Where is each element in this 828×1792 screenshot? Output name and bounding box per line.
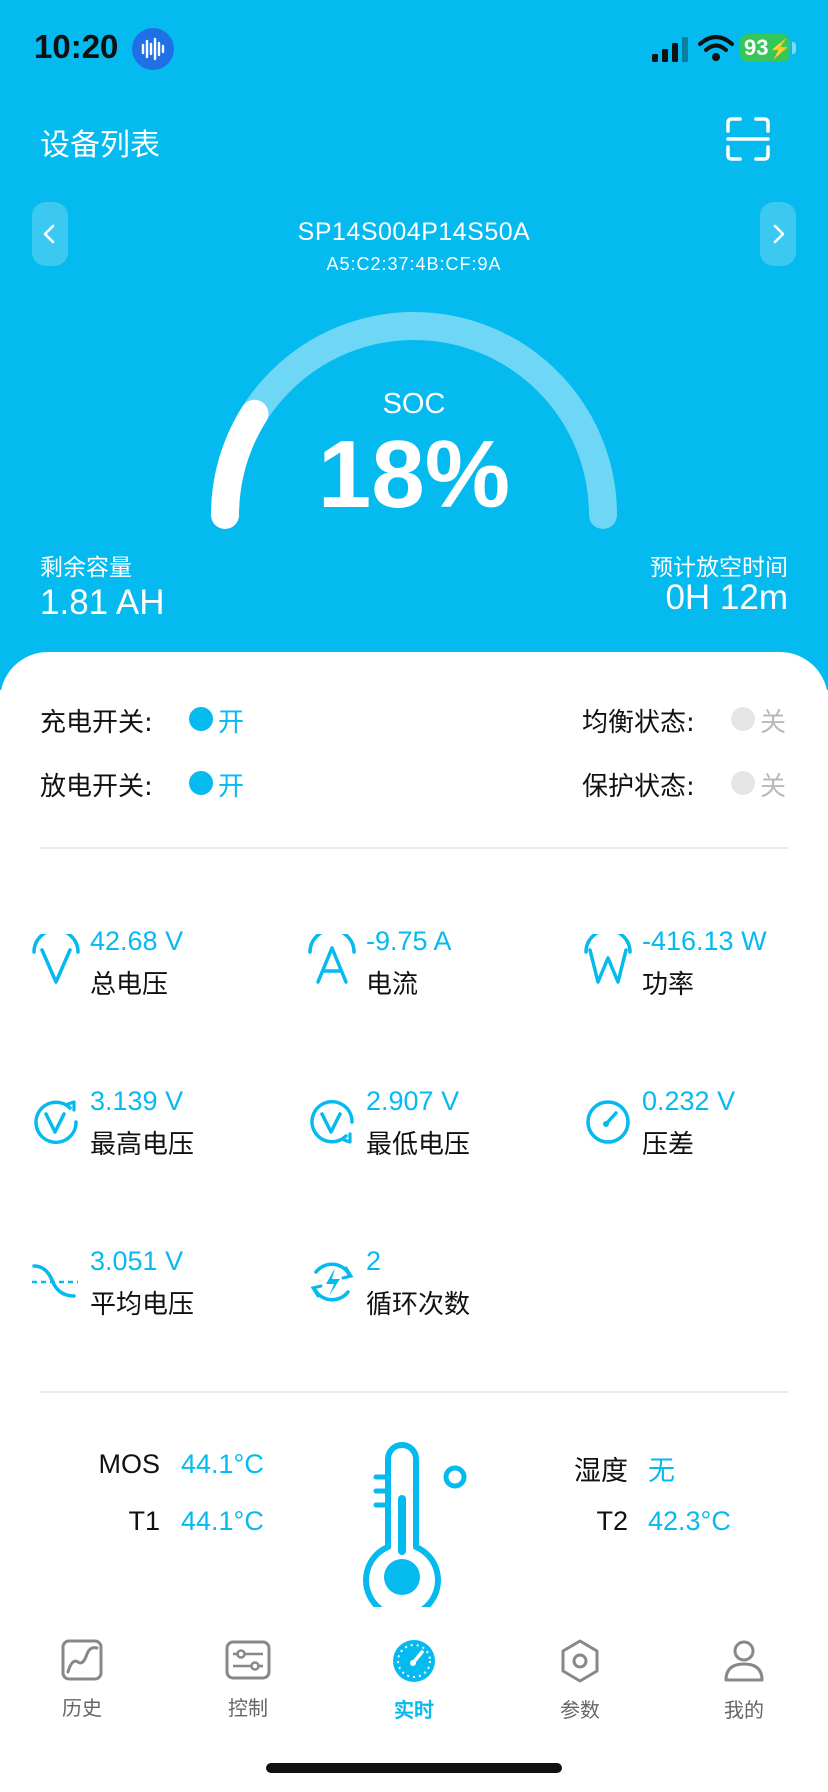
- voltage-diff-metric: 0.232 V 压差: [582, 1086, 822, 1166]
- protect-status-state: 关: [760, 772, 787, 802]
- current-label: 电流: [366, 970, 419, 1000]
- max-voltage-value: 3.139 V: [90, 1086, 184, 1116]
- t1-temp-value: 44.1°C: [181, 1506, 264, 1536]
- hex-nut-icon: [561, 1639, 599, 1683]
- t1-temp-label: T1: [128, 1506, 160, 1536]
- power-metric: -416.13 W 功率: [582, 926, 822, 1006]
- tab-mine-label: 我的: [724, 1698, 764, 1722]
- tab-control-label: 控制: [228, 1696, 268, 1720]
- tab-realtime-label: 实时: [394, 1698, 434, 1722]
- discharge-switch-indicator[interactable]: [189, 771, 213, 795]
- cycle-count-metric: 2 循环次数: [306, 1246, 546, 1326]
- remaining-capacity-value: 1.81 AH: [40, 583, 165, 622]
- runtime-value: 0H 12m: [665, 578, 788, 617]
- thermometer-icon: [363, 1442, 467, 1607]
- mos-temp-label: MOS: [98, 1449, 160, 1479]
- current-arc-icon: [308, 934, 356, 984]
- discharge-switch-label: 放电开关:: [40, 772, 153, 802]
- max-voltage-metric: 3.139 V 最高电压: [30, 1086, 270, 1166]
- runtime-label: 预计放空时间: [650, 555, 788, 581]
- protect-status-indicator: [731, 771, 755, 795]
- tab-history-label: 历史: [62, 1696, 102, 1720]
- tab-params[interactable]: 参数: [520, 1638, 640, 1723]
- home-indicator: [266, 1763, 562, 1773]
- balance-status-state: 关: [760, 708, 787, 738]
- avg-wave-icon: [32, 1264, 78, 1298]
- tab-params-label: 参数: [560, 1698, 600, 1722]
- min-voltage-metric: 2.907 V 最低电压: [306, 1086, 546, 1166]
- min-voltage-value: 2.907 V: [366, 1086, 460, 1116]
- tab-history[interactable]: 历史: [22, 1638, 142, 1721]
- mos-temp-value: 44.1°C: [181, 1449, 264, 1479]
- voltage-diff-value: 0.232 V: [642, 1086, 736, 1116]
- total-voltage-label: 总电压: [90, 970, 169, 1000]
- cycle-bolt-icon: [310, 1262, 354, 1302]
- balance-status-indicator: [731, 707, 755, 731]
- cycle-count-value: 2: [366, 1246, 382, 1276]
- sliders-icon: [225, 1640, 271, 1680]
- total-voltage-value: 42.68 V: [90, 926, 184, 956]
- power-value: -416.13 W: [642, 926, 767, 956]
- soc-value: 18%: [317, 421, 511, 528]
- charge-switch-label: 充电开关:: [40, 708, 153, 738]
- tab-mine[interactable]: 我的: [684, 1638, 804, 1723]
- tab-realtime[interactable]: 实时: [354, 1638, 474, 1723]
- protect-status-label: 保护状态:: [582, 772, 695, 802]
- cycle-count-label: 循环次数: [366, 1290, 471, 1320]
- humidity-label: 湿度: [574, 1456, 628, 1486]
- discharge-switch-state: 开: [218, 772, 245, 802]
- remaining-capacity-label: 剩余容量: [40, 555, 132, 581]
- voltage-diff-label: 压差: [642, 1130, 695, 1160]
- person-icon: [724, 1640, 764, 1682]
- min-voltage-label: 最低电压: [366, 1130, 471, 1160]
- gauge-icon: [393, 1640, 435, 1682]
- power-arc-icon: [584, 934, 632, 984]
- balance-status-label: 均衡状态:: [582, 708, 695, 738]
- soc-label: SOC: [382, 388, 446, 420]
- avg-voltage-value: 3.051 V: [90, 1246, 184, 1276]
- divider: [40, 1391, 788, 1393]
- current-metric: -9.75 A 电流: [306, 926, 546, 1006]
- charge-switch-state: 开: [218, 708, 245, 738]
- t2-temp-value: 42.3°C: [648, 1506, 731, 1536]
- chart-icon: [61, 1639, 103, 1681]
- divider: [40, 847, 788, 849]
- max-voltage-label: 最高电压: [90, 1130, 195, 1160]
- speedometer-icon: [586, 1100, 630, 1144]
- humidity-value: 无: [648, 1456, 675, 1486]
- current-value: -9.75 A: [366, 926, 452, 956]
- voltage-arc-icon: [32, 934, 80, 984]
- avg-voltage-label: 平均电压: [90, 1290, 195, 1320]
- power-label: 功率: [642, 970, 695, 1000]
- charge-switch-indicator[interactable]: [189, 707, 213, 731]
- total-voltage-metric: 42.68 V 总电压: [30, 926, 270, 1006]
- avg-voltage-metric: 3.051 V 平均电压: [30, 1246, 270, 1326]
- max-voltage-icon: [34, 1100, 78, 1144]
- min-voltage-icon: [310, 1100, 354, 1144]
- t2-temp-label: T2: [596, 1506, 628, 1536]
- tab-control[interactable]: 控制: [188, 1638, 308, 1721]
